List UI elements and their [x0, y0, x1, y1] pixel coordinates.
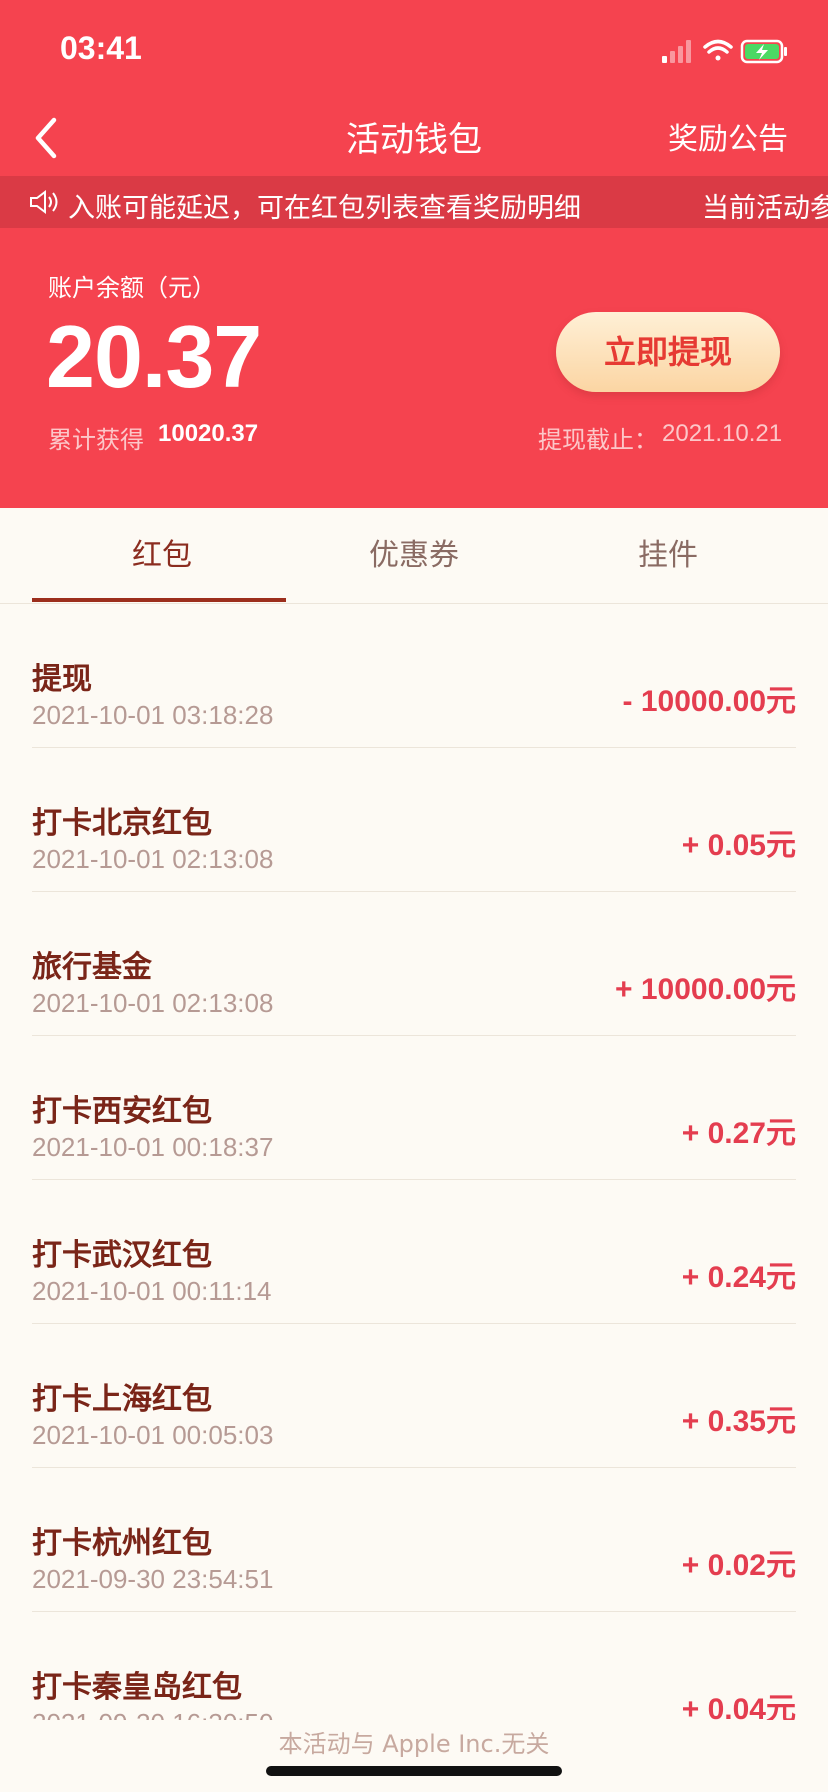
record-title: 旅行基金 [32, 950, 152, 985]
tab-coupons[interactable]: 优惠券 [276, 508, 552, 604]
balance-value: 20.37 [46, 307, 262, 406]
list-item[interactable]: 打卡北京红包 2021-10-01 02:13:08 + 0.05元 [32, 748, 796, 892]
battery-charging-icon [740, 39, 787, 64]
ticker-text-next: 当前活动参 [702, 193, 828, 224]
list-item[interactable]: 旅行基金 2021-10-01 02:13:08 + 10000.00元 [32, 892, 796, 1036]
record-amount: - 10000.00元 [622, 685, 796, 718]
reward-announcement-link[interactable]: 奖励公告 [668, 114, 788, 158]
list-item[interactable]: 打卡秦皇岛红包 2021-09-30 16:30:50 + 0.04元 [32, 1612, 796, 1720]
record-date: 2021-10-01 00:11:14 [32, 1276, 272, 1306]
withdraw-button[interactable]: 立即提现 [556, 312, 780, 392]
status-bar: 03:41 [0, 0, 828, 100]
list-item[interactable]: 打卡上海红包 2021-10-01 00:05:03 + 0.35元 [32, 1324, 796, 1468]
disclaimer-note: 本活动与 Apple Inc.无关 [278, 1730, 550, 1758]
record-amount: + 0.35元 [681, 1405, 796, 1438]
total-earned-label: 累计获得 [48, 426, 144, 454]
record-amount: + 0.05元 [681, 829, 796, 862]
list-item[interactable]: 提现 2021-10-01 03:18:28 - 10000.00元 [32, 604, 796, 748]
tab-pendants[interactable]: 挂件 [530, 508, 806, 604]
status-time: 03:41 [60, 30, 142, 66]
list-item[interactable]: 打卡杭州红包 2021-09-30 23:54:51 + 0.02元 [32, 1468, 796, 1612]
record-title: 打卡西安红包 [32, 1094, 212, 1129]
record-amount: + 0.04元 [681, 1693, 796, 1720]
record-date: 2021-09-30 16:30:50 [32, 1708, 273, 1720]
record-date: 2021-10-01 03:18:28 [32, 700, 274, 730]
record-title: 打卡上海红包 [32, 1382, 212, 1417]
deadline-label: 提现截止： [538, 426, 658, 454]
record-date: 2021-09-30 23:54:51 [32, 1564, 274, 1594]
speaker-icon [30, 190, 58, 214]
deadline-value: 2021.10.21 [662, 420, 783, 447]
active-tab-indicator [32, 598, 286, 602]
record-amount: + 0.24元 [681, 1261, 796, 1294]
tab-bar: 红包 优惠券 挂件 [0, 508, 828, 604]
balance-label: 账户余额（元） [48, 274, 216, 302]
record-date: 2021-10-01 02:13:08 [32, 844, 274, 874]
record-list[interactable]: 提现 2021-10-01 03:18:28 - 10000.00元 打卡北京红… [0, 604, 828, 1720]
wifi-icon [703, 39, 733, 61]
total-earned-value: 10020.37 [158, 420, 259, 447]
record-title: 打卡北京红包 [32, 806, 212, 841]
record-date: 2021-10-01 00:05:03 [32, 1420, 274, 1450]
record-title: 打卡武汉红包 [32, 1238, 212, 1273]
record-amount: + 10000.00元 [615, 973, 796, 1006]
record-amount: + 0.27元 [681, 1117, 796, 1150]
tab-red-envelope[interactable]: 红包 [24, 508, 300, 604]
record-title: 提现 [32, 662, 92, 697]
record-date: 2021-10-01 02:13:08 [32, 988, 274, 1018]
status-icons [662, 39, 787, 64]
notice-ticker: 入账可能延迟，可在红包列表查看奖励明细 当前活动参 [0, 176, 828, 228]
signal-icon [662, 40, 691, 63]
ticker-text: 入账可能延迟，可在红包列表查看奖励明细 [68, 193, 581, 224]
nav-bar: 活动钱包 奖励公告 [0, 100, 828, 176]
home-indicator[interactable] [266, 1766, 562, 1776]
record-title: 打卡秦皇岛红包 [32, 1670, 242, 1705]
list-item[interactable]: 打卡武汉红包 2021-10-01 00:11:14 + 0.24元 [32, 1180, 796, 1324]
list-item[interactable]: 打卡西安红包 2021-10-01 00:18:37 + 0.27元 [32, 1036, 796, 1180]
record-title: 打卡杭州红包 [32, 1526, 212, 1561]
record-amount: + 0.02元 [681, 1549, 796, 1582]
record-date: 2021-10-01 00:18:37 [32, 1132, 274, 1162]
